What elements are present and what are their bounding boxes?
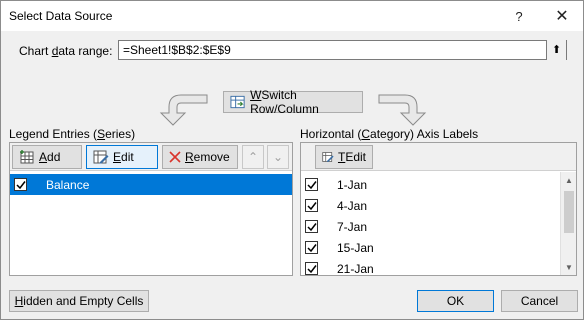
edit-table-icon xyxy=(93,150,109,164)
scrollbar-thumb[interactable] xyxy=(564,191,574,233)
switch-row-column-button[interactable]: WSwitch Row/Column xyxy=(223,88,363,116)
legend-entries-label: Legend Entries (Series) xyxy=(9,127,135,141)
select-data-source-dialog: Select Data Source ? ✕ Chart data range:… xyxy=(0,0,584,320)
category-label: 7-Jan xyxy=(337,219,368,234)
scroll-up-arrow-icon[interactable]: ▲ xyxy=(561,172,577,188)
category-row[interactable]: 4-Jan xyxy=(301,195,576,216)
hidden-accesskey: H xyxy=(14,294,24,308)
help-button[interactable]: ? xyxy=(507,5,531,27)
range-label-suffix: ata range: xyxy=(58,44,113,58)
add-series-button[interactable]: Add xyxy=(12,145,82,169)
hidden-empty-cells-label: Hidden and Empty Cells xyxy=(15,294,144,308)
switch-label-rest: Switch Row/Column xyxy=(250,88,319,116)
chart-data-range-input[interactable]: =Sheet1!$B$2:$E$9 ⬆ xyxy=(118,40,567,60)
category-label: 21-Jan xyxy=(337,261,374,276)
checkmark-icon xyxy=(306,264,317,273)
move-up-button[interactable]: ⌃ xyxy=(242,145,264,169)
remove-label-rest: emove xyxy=(193,150,230,164)
axis-label-prefix: Horizontal ( xyxy=(300,127,362,141)
curved-arrow-right-icon xyxy=(378,94,427,126)
switch-row-column-icon xyxy=(230,95,245,109)
dialog-title: Select Data Source xyxy=(9,9,113,23)
remove-accesskey: R xyxy=(185,150,194,164)
checkmark-icon xyxy=(306,180,317,189)
axis-toolbar: TEdit xyxy=(301,143,576,171)
edit-axis-label: TEdit xyxy=(338,150,366,164)
category-row[interactable]: 7-Jan xyxy=(301,216,576,237)
edit-series-button[interactable]: Edit xyxy=(86,145,158,169)
move-up-icon: ⌃ xyxy=(247,150,259,164)
series-label: Balance xyxy=(46,177,90,192)
hidden-empty-cells-button[interactable]: Hidden and Empty Cells xyxy=(9,290,149,312)
add-accesskey: A xyxy=(39,150,48,164)
range-input-value: =Sheet1!$B$2:$E$9 xyxy=(123,43,231,57)
remove-series-button[interactable]: Remove xyxy=(162,145,238,169)
collapse-dialog-button[interactable]: ⬆ xyxy=(546,40,566,60)
series-list: Balance xyxy=(10,172,292,275)
series-row-balance[interactable]: Balance xyxy=(10,174,292,195)
category-row[interactable]: 1-Jan xyxy=(301,174,576,195)
axis-label-suffix: ategory) Axis Labels xyxy=(370,127,479,141)
axis-labels-label: Horizontal (Category) Axis Labels xyxy=(300,127,478,141)
legend-label-suffix: eries) xyxy=(105,127,136,141)
category-label: 4-Jan xyxy=(337,198,368,213)
checkmark-icon xyxy=(15,180,26,189)
category-checkbox[interactable] xyxy=(305,262,318,275)
category-checkbox[interactable] xyxy=(305,199,318,212)
category-row[interactable]: 21-Jan xyxy=(301,258,576,279)
scroll-down-arrow-icon[interactable]: ▼ xyxy=(561,259,577,275)
category-checkbox[interactable] xyxy=(305,220,318,233)
checkmark-icon xyxy=(306,222,317,231)
edit-accesskey: E xyxy=(113,150,122,164)
range-label-prefix: Chart xyxy=(19,44,52,58)
cancel-button[interactable]: Cancel xyxy=(501,290,578,312)
legend-label-accesskey: S xyxy=(97,127,106,141)
collapse-arrow-icon: ⬆ xyxy=(551,43,562,56)
category-checkbox[interactable] xyxy=(305,178,318,191)
ok-button[interactable]: OK xyxy=(417,290,494,312)
edit-label-rest: dit xyxy=(121,150,134,164)
category-row[interactable]: 15-Jan xyxy=(301,237,576,258)
add-table-icon xyxy=(20,150,34,164)
axis-label-accesskey: C xyxy=(361,127,371,141)
move-down-icon: ⌄ xyxy=(272,150,284,164)
remove-series-label: Remove xyxy=(185,150,230,164)
category-label: 15-Jan xyxy=(337,240,374,255)
remove-x-icon xyxy=(169,151,181,163)
chart-data-range-label: Chart data range: xyxy=(19,44,112,58)
checkmark-icon xyxy=(306,201,317,210)
edit-table-icon xyxy=(322,152,334,162)
category-list-scrollbar[interactable]: ▲ ▼ xyxy=(560,172,576,275)
move-down-button[interactable]: ⌄ xyxy=(267,145,289,169)
edit-axis-labels-button[interactable]: TEdit xyxy=(315,145,373,169)
close-button[interactable]: ✕ xyxy=(550,5,574,27)
legend-label-prefix: Legend Entries ( xyxy=(9,127,98,141)
legend-toolbar: Add Edit Remove ⌃ ⌄ xyxy=(10,143,292,171)
add-label-rest: dd xyxy=(47,150,61,164)
legend-entries-panel: Add Edit Remove ⌃ ⌄ Balance xyxy=(9,142,293,276)
edit-series-label: Edit xyxy=(113,150,134,164)
checkmark-icon xyxy=(306,243,317,252)
switch-accesskey: W xyxy=(250,88,262,102)
category-list: 1-Jan 4-Jan 7-Jan 15-Jan 21-Jan xyxy=(301,172,576,276)
category-label: 1-Jan xyxy=(337,177,368,192)
series-checkbox[interactable] xyxy=(14,178,27,191)
edit-axis-label-rest: Edit xyxy=(345,150,366,164)
axis-labels-panel: TEdit 1-Jan 4-Jan 7-Jan 15-Jan 21-Jan ▲ … xyxy=(300,142,577,276)
category-checkbox[interactable] xyxy=(305,241,318,254)
switch-row-column-label: WSwitch Row/Column xyxy=(250,88,362,116)
curved-arrow-left-icon xyxy=(159,94,208,126)
title-bar: Select Data Source ? ✕ xyxy=(1,1,583,31)
hidden-label-rest: idden and Empty Cells xyxy=(23,294,144,308)
add-series-label: Add xyxy=(39,150,60,164)
